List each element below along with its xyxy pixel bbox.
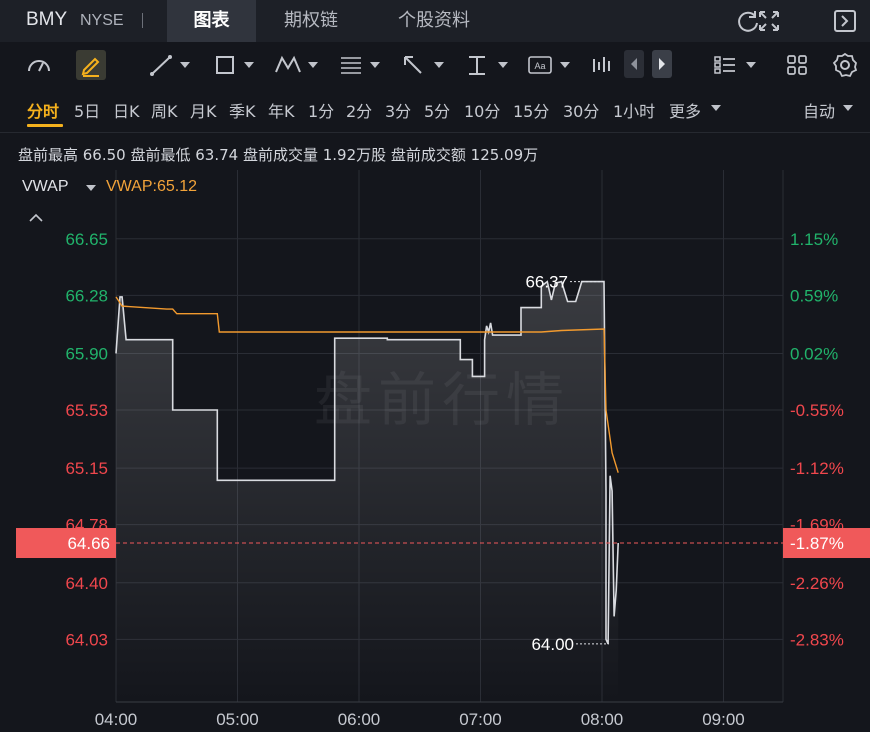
prev-button[interactable] xyxy=(624,50,644,78)
period-10min[interactable]: 10分 xyxy=(464,98,500,122)
period-daily[interactable]: 日K xyxy=(113,98,140,122)
pattern-tool-icon[interactable] xyxy=(273,50,303,80)
y-tick-label-left: 66.28 xyxy=(65,286,108,305)
exchange-label: NYSE xyxy=(80,12,124,29)
rectangle-tool-caret[interactable] xyxy=(244,62,254,68)
line-tool-icon[interactable] xyxy=(148,50,174,80)
next-button[interactable] xyxy=(652,50,672,78)
collapse-chevron-icon[interactable] xyxy=(28,212,44,224)
list-caret[interactable] xyxy=(746,62,756,68)
collapse-panel-icon[interactable] xyxy=(832,8,858,34)
x-tick-label: 05:00 xyxy=(216,710,259,729)
period-yearly[interactable]: 年K xyxy=(268,98,295,122)
tab-chart[interactable]: 图表 xyxy=(167,0,256,42)
settings-icon[interactable] xyxy=(831,50,859,80)
x-tick-label: 07:00 xyxy=(459,710,502,729)
pencil-icon[interactable] xyxy=(76,50,106,80)
y-tick-label-right: 0.59% xyxy=(790,286,838,305)
x-tick-label: 06:00 xyxy=(338,710,381,729)
high-price-label: 66.37 xyxy=(525,273,568,292)
period-intraday[interactable]: 分时 xyxy=(27,98,59,122)
chart-area[interactable]: 04:00 05:00 06:00 07:00 08:00 09:00 66.65 1.15%… xyxy=(0,170,870,732)
prev-icon xyxy=(631,58,637,70)
fibonacci-tool-icon[interactable] xyxy=(338,50,364,80)
y-tick-label-right: -2.83% xyxy=(790,630,844,649)
fibonacci-tool-caret[interactable] xyxy=(370,62,380,68)
current-price-text: 64.66 xyxy=(67,534,110,553)
y-tick-label-left: 65.53 xyxy=(65,401,108,420)
period-selector: 分时 5日 日K 周K 月K 季K 年K 1分 2分 3分 5分 10分 15分… xyxy=(0,88,870,132)
indicator-icon[interactable] xyxy=(590,50,612,80)
next-icon xyxy=(659,58,665,70)
y-tick-label-left: 65.15 xyxy=(65,459,108,478)
divider xyxy=(0,132,870,133)
period-2min[interactable]: 2分 xyxy=(346,98,372,122)
measure-tool-icon[interactable] xyxy=(464,50,490,80)
ticker-symbol: BMY xyxy=(26,9,68,30)
y-tick-label-left: 64.40 xyxy=(65,574,108,593)
premarket-stats: 盘前最高 66.50 盘前最低 63.74 盘前成交量 1.92万股 盘前成交额… xyxy=(18,146,539,164)
indicator-name[interactable]: VWAP xyxy=(22,178,69,196)
y-tick-label-left: 65.90 xyxy=(65,344,108,363)
period-30min[interactable]: 30分 xyxy=(563,98,599,122)
period-more[interactable]: 更多 xyxy=(669,98,701,122)
rectangle-tool-icon[interactable] xyxy=(212,50,238,80)
y-tick-label-right: 1.15% xyxy=(790,230,838,249)
vwap-value: VWAP:65.12 xyxy=(106,178,198,195)
pattern-tool-caret[interactable] xyxy=(308,62,318,68)
header-divider xyxy=(142,13,143,28)
current-pct-text: -1.87% xyxy=(790,534,844,553)
period-1min[interactable]: 1分 xyxy=(308,98,334,122)
header-bar: BMY NYSE 图表 期权链 个股资料 xyxy=(0,0,870,42)
text-tool-caret[interactable] xyxy=(560,62,570,68)
y-tick-label-left: 66.65 xyxy=(65,230,108,249)
list-icon[interactable] xyxy=(712,50,738,80)
x-tick-label: 09:00 xyxy=(702,710,745,729)
price-chart[interactable]: 04:00 05:00 06:00 07:00 08:00 09:00 66.65 1.15%… xyxy=(0,170,870,732)
grid-icon[interactable] xyxy=(784,50,810,80)
period-5min[interactable]: 5分 xyxy=(424,98,450,122)
period-15min[interactable]: 15分 xyxy=(513,98,549,122)
chart-mode-select[interactable]: 自动 xyxy=(803,98,835,122)
active-period-underline xyxy=(27,124,63,127)
x-tick-label: 04:00 xyxy=(95,710,138,729)
more-caret[interactable] xyxy=(711,105,721,111)
y-tick-label-right: -0.55% xyxy=(790,401,844,420)
period-weekly[interactable]: 周K xyxy=(151,98,178,122)
period-3min[interactable]: 3分 xyxy=(385,98,411,122)
indicator-caret[interactable] xyxy=(86,185,96,191)
arrow-tool-caret[interactable] xyxy=(434,62,444,68)
y-tick-label-right: -2.26% xyxy=(790,574,844,593)
y-tick-label-left: 64.03 xyxy=(65,630,108,649)
measure-tool-caret[interactable] xyxy=(498,62,508,68)
line-tool-caret[interactable] xyxy=(180,62,190,68)
tab-stock-profile[interactable]: 个股资料 xyxy=(380,0,488,42)
y-tick-label-right: -1.12% xyxy=(790,459,844,478)
gauge-icon[interactable] xyxy=(24,50,54,80)
low-price-label: 64.00 xyxy=(531,635,574,654)
svg-text:Aa: Aa xyxy=(534,61,545,71)
tab-options-chain[interactable]: 期权链 xyxy=(265,0,357,42)
fullscreen-icon[interactable] xyxy=(756,8,782,34)
period-monthly[interactable]: 月K xyxy=(190,98,217,122)
text-tool-icon[interactable]: Aa xyxy=(526,50,554,80)
y-tick-label-right: 0.02% xyxy=(790,344,838,363)
period-1hour[interactable]: 1小时 xyxy=(613,98,655,122)
drawing-toolbar: Aa xyxy=(0,42,870,88)
mode-caret[interactable] xyxy=(843,105,853,111)
period-5d[interactable]: 5日 xyxy=(74,98,100,122)
arrow-tool-icon[interactable] xyxy=(400,50,426,80)
x-tick-label: 08:00 xyxy=(581,710,624,729)
period-quarterly[interactable]: 季K xyxy=(229,98,256,122)
